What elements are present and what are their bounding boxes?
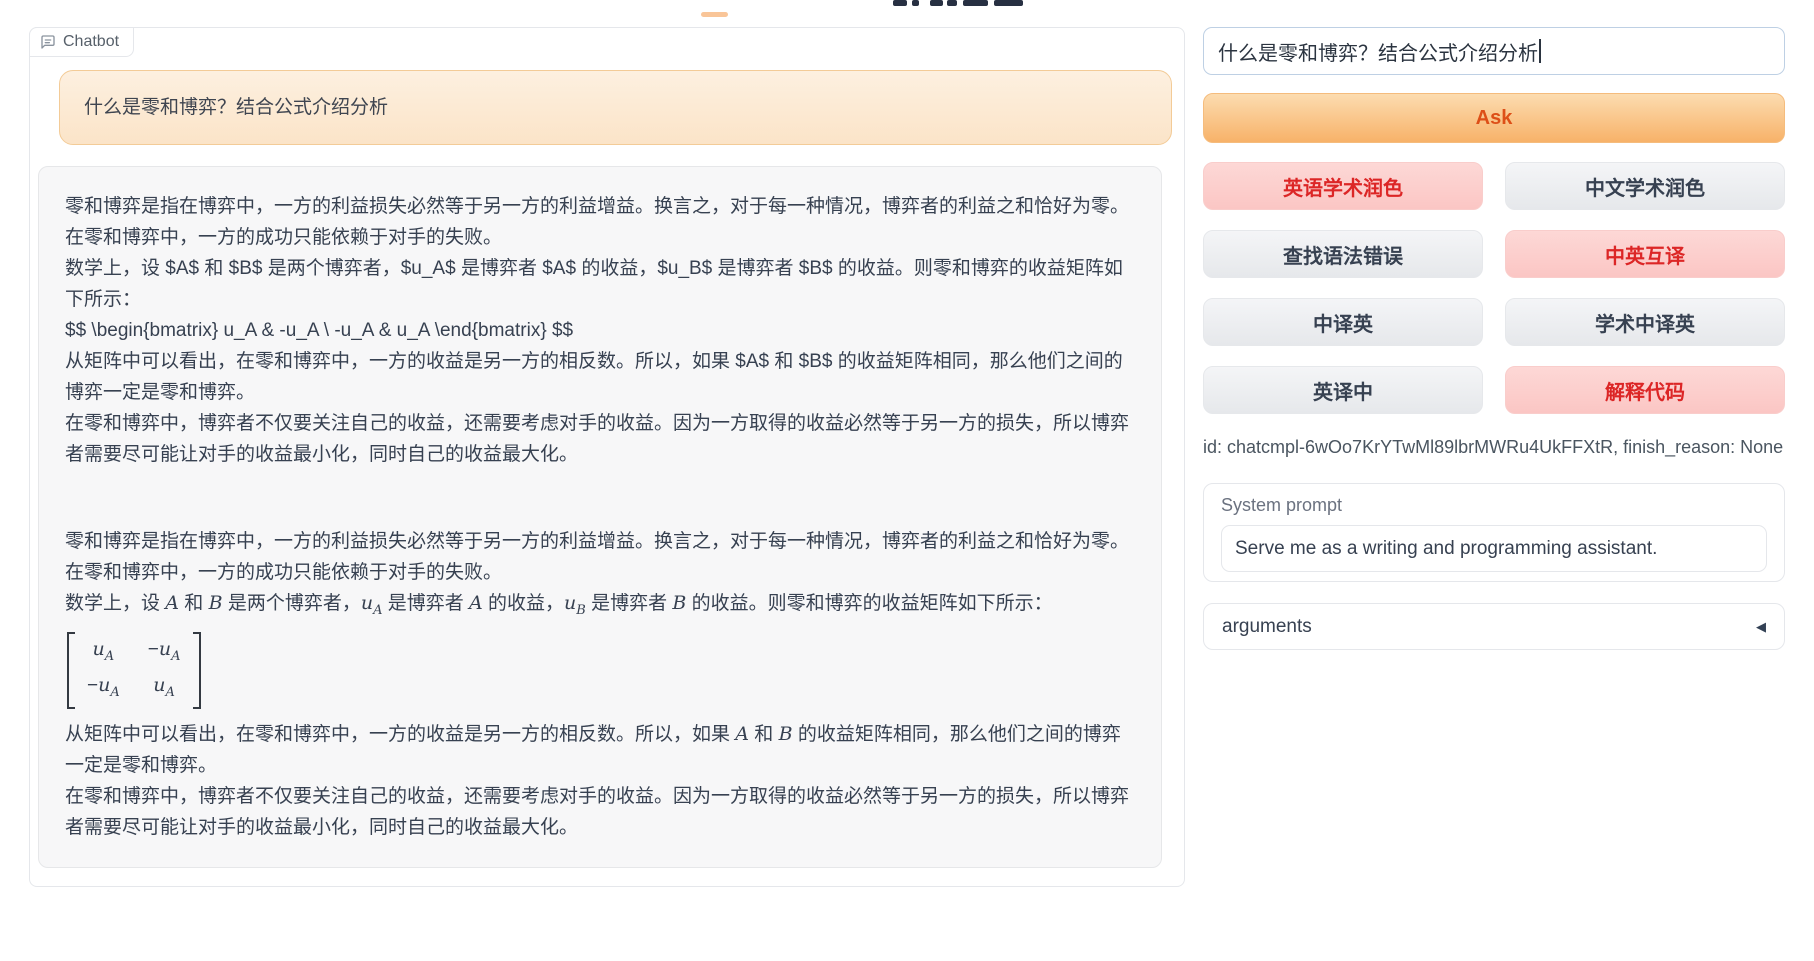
arguments-accordion-label: arguments — [1222, 616, 1312, 638]
clipped-title-fragment-orange — [701, 12, 728, 17]
bot-message-rendered-block: 零和博弈是指在博弈中，一方的利益损失必然等于另一方的利益增益。换言之，对于每一种… — [65, 526, 1135, 843]
chatbot-label: Chatbot — [29, 27, 134, 57]
action-button-zh-to-en[interactable]: 中译英 — [1203, 298, 1483, 346]
question-input-value: 什么是零和博弈？结合公式介绍分析 — [1218, 37, 1538, 66]
clipped-title-fragment — [930, 0, 943, 6]
action-button-find-grammar-errors[interactable]: 查找语法错误 — [1203, 230, 1483, 278]
matrix-cell: uA — [148, 671, 181, 707]
matrix-cell: −uA — [87, 671, 120, 707]
payoff-matrix: uA −uA −uA uA — [67, 632, 201, 710]
action-button-zh-en-mutual-translate[interactable]: 中英互译 — [1505, 230, 1785, 278]
system-prompt-label: System prompt — [1221, 495, 1767, 516]
clipped-title-fragment — [963, 0, 988, 6]
system-prompt-input[interactable]: Serve me as a writing and programming as… — [1221, 525, 1767, 572]
chat-bubble-icon — [40, 34, 56, 50]
chatbot-label-text: Chatbot — [63, 33, 119, 51]
action-button-academic-zh-to-en[interactable]: 学术中译英 — [1505, 298, 1785, 346]
action-button-chinese-academic-polish[interactable]: 中文学术润色 — [1505, 162, 1785, 210]
app-root: Chatbot 什么是零和博弈？结合公式介绍分析 零和博弈是指在博弈中，一方的利… — [0, 0, 1814, 961]
system-prompt-panel: System prompt Serve me as a writing and … — [1203, 483, 1785, 582]
accordion-arrow-icon: ◀ — [1756, 619, 1766, 635]
bot-message: 零和博弈是指在博弈中，一方的利益损失必然等于另一方的利益增益。换言之，对于每一种… — [38, 166, 1162, 868]
clipped-title-fragment — [893, 0, 907, 6]
ask-button[interactable]: Ask — [1203, 93, 1785, 143]
clipped-title-fragment — [994, 0, 1023, 6]
matrix-left-bracket — [67, 632, 75, 710]
chatbot-panel: Chatbot 什么是零和博弈？结合公式介绍分析 零和博弈是指在博弈中，一方的利… — [29, 27, 1185, 887]
matrix-cell: uA — [87, 635, 120, 671]
rendered-paragraph-3: 从矩阵中可以看出，在零和博弈中，一方的收益是另一方的相反数。所以，如果 A 和 … — [65, 719, 1135, 781]
user-message-text: 什么是零和博弈？结合公式介绍分析 — [84, 97, 388, 118]
matrix-cell: −uA — [148, 635, 181, 671]
action-button-en-to-zh[interactable]: 英译中 — [1203, 366, 1483, 414]
arguments-accordion[interactable]: arguments ◀ — [1203, 603, 1785, 650]
text-cursor — [1539, 39, 1541, 63]
completion-status-line: id: chatcmpl-6wOo7KrYTwMl89lbrMWRu4UkFFX… — [1203, 437, 1785, 458]
action-button-explain-code[interactable]: 解释代码 — [1505, 366, 1785, 414]
clipped-title-fragment — [947, 0, 957, 6]
rendered-paragraph-2: 数学上，设 A 和 B 是两个博弈者，uA 是博弈者 A 的收益，uB 是博弈者… — [65, 588, 1135, 626]
user-message: 什么是零和博弈？结合公式介绍分析 — [59, 70, 1172, 145]
clipped-title-fragment — [912, 0, 919, 6]
bot-message-raw-block: 零和博弈是指在博弈中，一方的利益损失必然等于另一方的利益增益。换言之，对于每一种… — [65, 191, 1135, 470]
action-button-grid: 英语学术润色 中文学术润色 查找语法错误 中英互译 中译英 学术中译英 英译中 … — [1203, 162, 1785, 414]
question-input[interactable]: 什么是零和博弈？结合公式介绍分析 — [1203, 27, 1785, 75]
rendered-paragraph-4: 在零和博弈中，博弈者不仅要关注自己的收益，还需要考虑对手的收益。因为一方取得的收… — [65, 781, 1135, 843]
matrix-cells: uA −uA −uA uA — [75, 632, 193, 710]
rendered-paragraph-1: 零和博弈是指在博弈中，一方的利益损失必然等于另一方的利益增益。换言之，对于每一种… — [65, 526, 1135, 588]
matrix-right-bracket — [193, 632, 201, 710]
action-button-english-academic-polish[interactable]: 英语学术润色 — [1203, 162, 1483, 210]
